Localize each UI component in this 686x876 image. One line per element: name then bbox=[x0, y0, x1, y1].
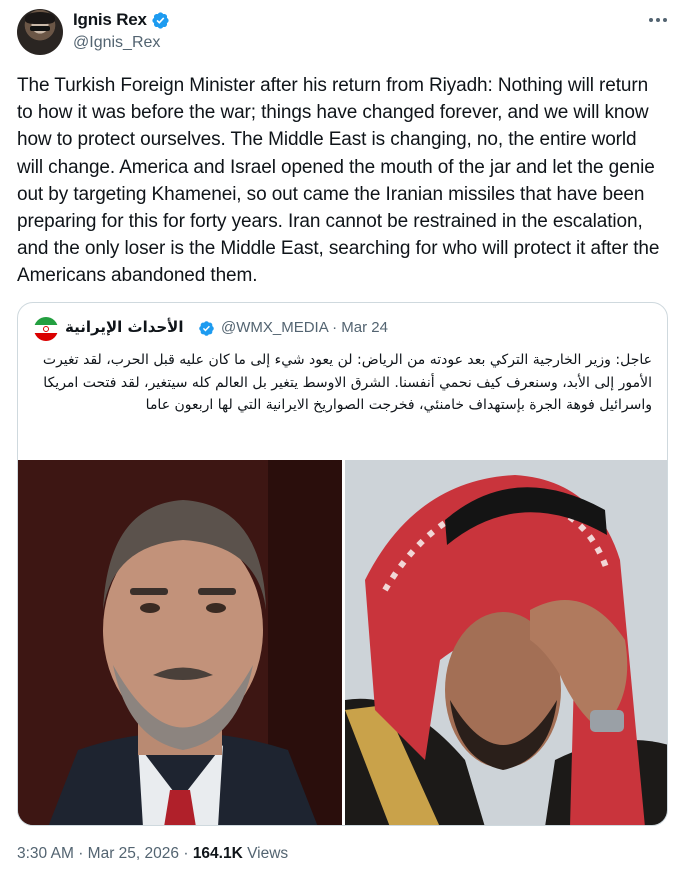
photo-crown-prince-illustration bbox=[345, 460, 667, 825]
footer-separator-1: · bbox=[78, 845, 84, 862]
photo-foreign-minister[interactable] bbox=[18, 460, 342, 825]
post-time[interactable]: 3:30 AM bbox=[17, 845, 74, 862]
tweet-footer: 3:30 AM · Mar 25, 2026 · 164.1K Views bbox=[17, 845, 288, 863]
quoted-author-handle[interactable]: @WMX_MEDIA bbox=[221, 319, 328, 336]
quoted-handle-and-date: @WMX_MEDIA · Mar 24 bbox=[221, 319, 388, 336]
author-avatar[interactable] bbox=[17, 9, 63, 55]
quoted-tweet-text: عاجل: وزير الخارجية التركي بعد عودته من … bbox=[42, 352, 652, 413]
tweet-text: The Turkish Foreign Minister after his r… bbox=[17, 75, 660, 287]
footer-separator-2: · bbox=[183, 845, 189, 862]
quoted-verified-badge-icon bbox=[199, 321, 214, 336]
post-date[interactable]: Mar 25, 2026 bbox=[88, 845, 179, 862]
quoted-date[interactable]: Mar 24 bbox=[341, 319, 388, 336]
photo-crown-prince[interactable] bbox=[345, 460, 667, 825]
author-name[interactable]: Ignis Rex bbox=[73, 10, 147, 30]
more-options-icon[interactable] bbox=[646, 12, 670, 28]
quoted-media[interactable] bbox=[18, 460, 667, 825]
quoted-tweet[interactable]: الأحداث الإيرانية @WMX_MEDIA · Mar 24 عا… bbox=[17, 302, 668, 826]
photo-foreign-minister-illustration bbox=[18, 460, 342, 825]
views-label: Views bbox=[247, 845, 289, 862]
quoted-tweet-header: الأحداث الإيرانية @WMX_MEDIA · Mar 24 bbox=[34, 317, 654, 341]
quoted-author-name[interactable]: الأحداث الإيرانية bbox=[65, 318, 184, 336]
iran-flag-avatar-icon[interactable] bbox=[34, 317, 58, 341]
quoted-separator: · bbox=[332, 319, 338, 336]
author-handle[interactable]: @Ignis_Rex bbox=[73, 34, 160, 52]
verified-badge-icon bbox=[152, 12, 169, 29]
avatar-hair bbox=[25, 12, 55, 24]
tweet: Ignis Rex @Ignis_Rex The Turkish Foreign… bbox=[0, 0, 686, 876]
views-count: 164.1K bbox=[192, 845, 243, 862]
avatar-glasses bbox=[30, 26, 50, 31]
